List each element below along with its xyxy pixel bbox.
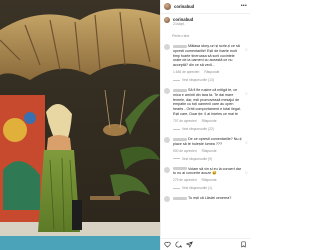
comment-actions: 707 de aprecieri Răspunde xyxy=(173,119,244,124)
reply-button[interactable]: Răspunde xyxy=(204,70,219,74)
view-replies-link[interactable]: Vezi răspunsurile (13) xyxy=(173,78,244,83)
share-icon[interactable] xyxy=(186,241,193,248)
comment-text: Mătasa story-uri și scrie-ți ce să opres… xyxy=(173,44,240,68)
commenter-avatar[interactable] xyxy=(164,136,170,143)
heart-icon[interactable]: ♡ xyxy=(245,92,248,97)
caption: corinabud 21săpt. xyxy=(161,14,250,27)
commenter-avatar[interactable] xyxy=(164,87,170,94)
heart-icon[interactable]: ♡ xyxy=(245,141,248,146)
more-options-icon[interactable]: ••• xyxy=(241,4,247,9)
comment-item: De ce opresti comentariile? Nu-ți place … xyxy=(161,136,250,162)
view-replies-link[interactable]: Vezi răspunsurile (1) xyxy=(173,186,244,191)
heart-icon[interactable]: ♡ xyxy=(245,171,248,176)
comment-icon[interactable] xyxy=(175,241,182,248)
comment-item: Tu ești că Lăsări cenerea? xyxy=(161,196,250,203)
commenter-avatar[interactable] xyxy=(164,166,170,173)
blurred-username xyxy=(173,167,187,171)
post-actions-bar xyxy=(161,238,250,250)
comment-likes: 1.646 de aprecieri xyxy=(173,69,200,74)
bookmark-icon[interactable] xyxy=(240,241,247,248)
commenter-avatar[interactable] xyxy=(164,196,170,203)
commenter-avatar[interactable] xyxy=(164,44,170,50)
blurred-username xyxy=(173,137,187,141)
pinned-label: Pentru tine xyxy=(172,34,190,38)
heart-icon[interactable]: ♡ xyxy=(245,48,248,53)
comment-text: Voiam să vin și eu la concert dar tu nu … xyxy=(173,166,242,176)
comment-item: Să fi fie rușine că mitigă te, ce mica e… xyxy=(161,87,250,132)
caption-avatar[interactable] xyxy=(164,17,170,23)
comment-actions: 500 de aprecieri Răspunde xyxy=(173,149,244,154)
reply-button[interactable]: Răspunde xyxy=(202,119,217,123)
blurred-username xyxy=(173,88,187,92)
comment-likes: 707 de aprecieri xyxy=(173,118,197,123)
comment-text: Să fi fie rușine că mitigă te, ce mica e… xyxy=(173,87,244,117)
post-panel: corinabud ••• corinabud 21săpt. Pentru t… xyxy=(160,0,250,250)
caption-time: 21săpt. xyxy=(173,22,185,26)
post-username[interactable]: corinabud xyxy=(174,4,194,9)
comment-actions: 279 de aprecieri Răspunde xyxy=(173,178,244,183)
blurred-username xyxy=(173,196,187,200)
comment-item: Voiam să vin și eu la concert dar tu nu … xyxy=(161,166,250,192)
comment-text: Tu ești că Lăsări cenerea? xyxy=(173,196,244,201)
post-photo[interactable] xyxy=(0,0,160,250)
photo-illustration xyxy=(0,0,160,250)
view-replies-link[interactable]: Vezi răspunsurile (22) xyxy=(173,127,244,132)
reply-button[interactable]: Răspunde xyxy=(202,178,217,182)
post-view: corinabud ••• corinabud 21săpt. Pentru t… xyxy=(0,0,250,250)
comment-item: Mătasa story-uri și scrie-ți ce să opres… xyxy=(161,44,250,83)
comment-likes: 500 de aprecieri xyxy=(173,148,197,153)
view-replies-link[interactable]: Vezi răspunsurile (9) xyxy=(173,157,244,162)
avatar[interactable] xyxy=(164,3,171,10)
comment-actions: 1.646 de aprecieri Răspunde xyxy=(173,70,244,75)
heart-icon[interactable] xyxy=(164,241,171,248)
post-header: corinabud ••• xyxy=(161,0,250,14)
blurred-username xyxy=(173,44,187,48)
reply-button[interactable]: Răspunde xyxy=(202,149,217,153)
comment-likes: 279 de aprecieri xyxy=(173,178,197,183)
comment-text: De ce opresti comentariile? Nu-ți place … xyxy=(173,136,242,146)
